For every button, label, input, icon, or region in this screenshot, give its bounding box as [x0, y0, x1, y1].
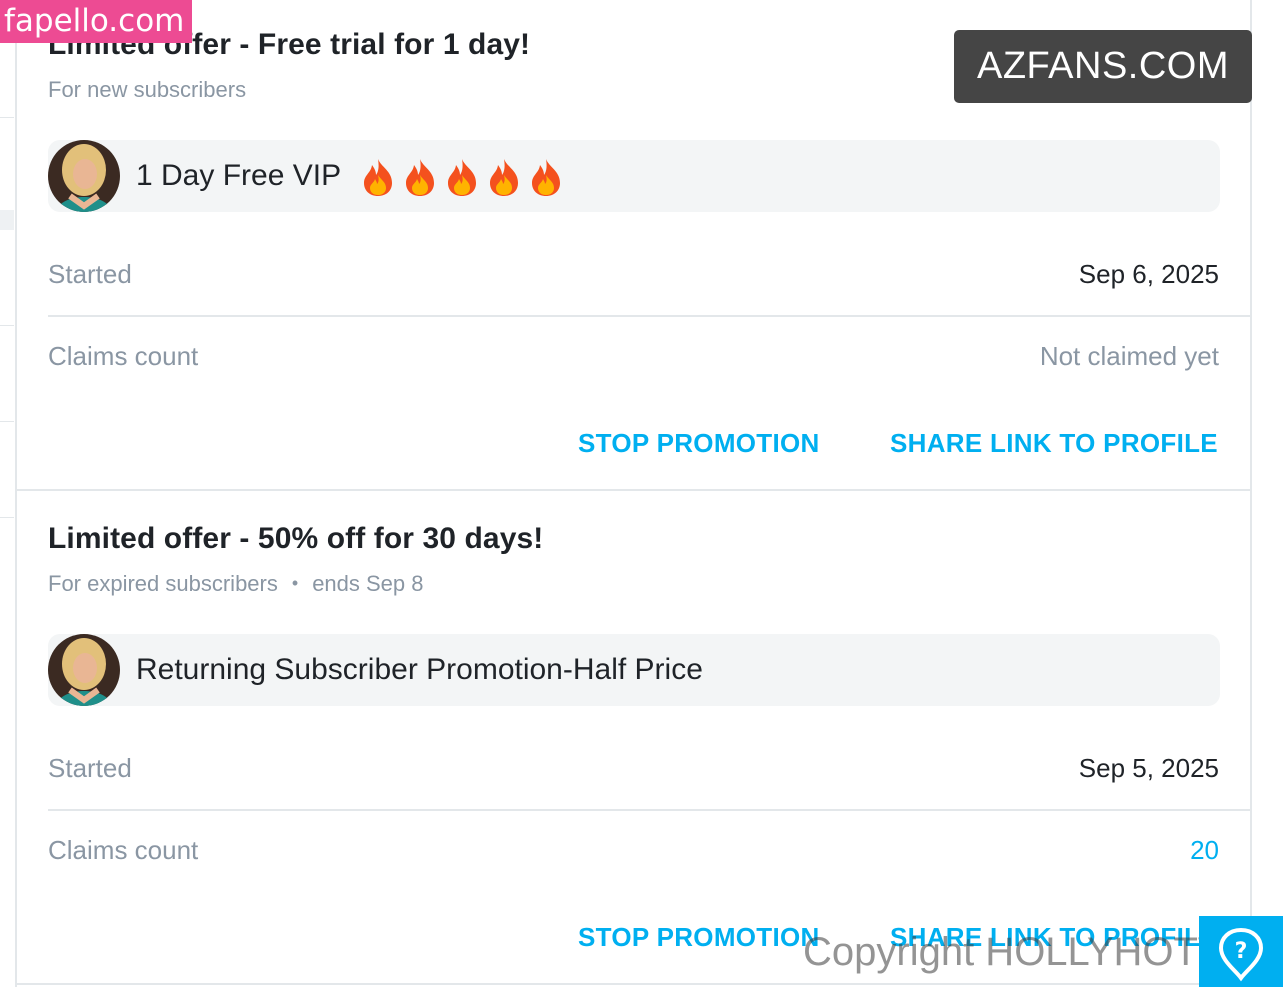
background-divider [0, 325, 14, 326]
fire-icon [364, 159, 393, 197]
azfans-watermark: AZFANS.COM [954, 30, 1252, 103]
started-value: Sep 5, 2025 [1078, 753, 1219, 783]
promotion-message-text: Returning Subscriber Promotion-Half Pric… [136, 653, 703, 686]
promotions-panel: Limited offer - Free trial for 1 day! Fo… [15, 0, 1252, 987]
stop-promotion-button[interactable]: STOP PROMOTION [578, 428, 820, 459]
fire-icon [448, 159, 477, 197]
fire-icon [532, 159, 561, 197]
separator-dot: • [291, 573, 299, 593]
claims-count-link[interactable]: 20 [1190, 835, 1219, 866]
claims-count-value: Not claimed yet [1039, 341, 1219, 371]
claims-count-label: Claims count [48, 341, 199, 371]
stop-promotion-button[interactable]: STOP PROMOTION [578, 922, 820, 953]
promotion-message-text: 1 Day Free VIP [136, 159, 342, 192]
background-divider [0, 117, 14, 118]
promotion-message: 1 Day Free VIP [136, 140, 569, 212]
row-divider [48, 809, 1250, 811]
help-button[interactable]: ? [1199, 916, 1283, 987]
promotion-title: Limited offer - 50% off for 30 days! [48, 522, 544, 555]
fapello-watermark: fapello.com [0, 0, 192, 43]
claims-count-label: Claims count [48, 835, 199, 865]
started-label: Started [48, 753, 132, 783]
share-link-to-profile-button[interactable]: SHARE LINK TO PROFILE [890, 428, 1218, 459]
promotion-audience: For expired subscribers • ends Sep 8 [48, 571, 424, 597]
promotion-card: Limited offer - 50% off for 30 days! For… [17, 491, 1250, 985]
promotion-audience: For new subscribers [48, 77, 246, 103]
promotion-end-date: ends Sep 8 [312, 571, 424, 596]
avatar [48, 634, 120, 706]
background-row-highlight [0, 210, 14, 230]
background-list-edge [0, 0, 15, 987]
promotion-message-bar: 1 Day Free VIP [48, 140, 1220, 212]
row-divider [48, 315, 1250, 317]
started-value: Sep 6, 2025 [1078, 259, 1219, 289]
promotion-message: Returning Subscriber Promotion-Half Pric… [136, 634, 703, 706]
background-divider [0, 517, 14, 518]
fire-icon [406, 159, 435, 197]
background-divider [0, 421, 14, 422]
help-icon: ? [1218, 927, 1264, 982]
fire-emoji-group [351, 159, 569, 197]
audience-label: For new subscribers [48, 77, 247, 102]
audience-label: For expired subscribers [48, 571, 278, 596]
fire-icon [490, 159, 519, 197]
avatar [48, 140, 120, 212]
promotion-message-bar: Returning Subscriber Promotion-Half Pric… [48, 634, 1220, 706]
svg-text:?: ? [1235, 939, 1248, 964]
started-label: Started [48, 259, 132, 289]
